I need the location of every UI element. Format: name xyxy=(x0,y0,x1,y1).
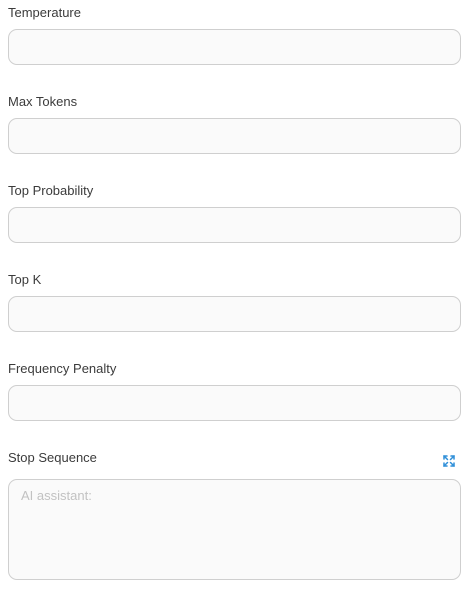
stop-sequence-textarea[interactable] xyxy=(8,479,461,580)
frequency-penalty-input[interactable] xyxy=(8,385,461,421)
top-probability-input[interactable] xyxy=(8,207,461,243)
max-tokens-label: Max Tokens xyxy=(8,94,78,109)
max-tokens-field: Max Tokens xyxy=(8,94,461,154)
temperature-field: Temperature xyxy=(8,5,461,65)
frequency-penalty-label: Frequency Penalty xyxy=(8,361,117,376)
frequency-penalty-field: Frequency Penalty xyxy=(8,361,461,421)
top-k-label: Top K xyxy=(8,272,42,287)
stop-sequence-label: Stop Sequence xyxy=(8,450,97,465)
top-probability-label: Top Probability xyxy=(8,183,94,198)
temperature-label: Temperature xyxy=(8,5,81,20)
expand-icon[interactable] xyxy=(442,454,456,468)
top-k-input[interactable] xyxy=(8,296,461,332)
temperature-input[interactable] xyxy=(8,29,461,65)
stop-sequence-field: Stop Sequence xyxy=(8,450,461,580)
max-tokens-input[interactable] xyxy=(8,118,461,154)
top-probability-field: Top Probability xyxy=(8,183,461,243)
top-k-field: Top K xyxy=(8,272,461,332)
